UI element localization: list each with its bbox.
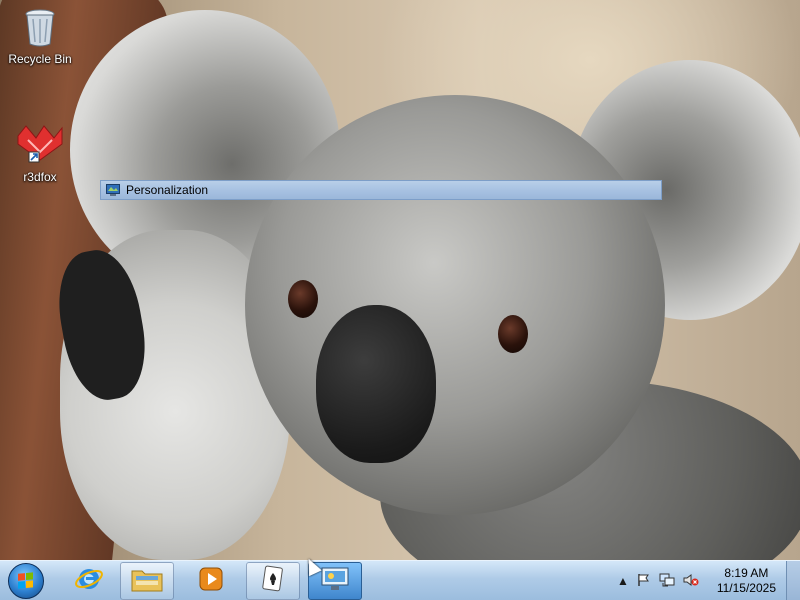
media-player-icon [197,565,225,598]
show-desktop-button[interactable] [786,561,800,600]
start-button[interactable] [8,563,44,599]
desktop-icon-r3dfox[interactable]: r3dfox [2,122,78,184]
taskbar-solitaire[interactable] [246,562,300,600]
desktop-icon-label: r3dfox [23,170,57,184]
taskbar: ▲ 8:19 AM 11/15/2025 [0,560,800,600]
wallpaper-koala-right-eye [498,315,528,353]
taskbar-media-player[interactable] [184,562,238,600]
action-center-flag-icon[interactable] [637,573,651,590]
clock-time: 8:19 AM [724,566,769,580]
system-tray: ▲ 8:19 AM 11/15/2025 [617,561,776,600]
window-title: Personalization [126,183,209,197]
internet-explorer-icon [74,564,104,599]
taskbar-clock[interactable]: 8:19 AM 11/15/2025 [717,566,776,596]
wallpaper-koala-left-eye [288,280,318,318]
desktop-icon-label: Recycle Bin [8,52,72,66]
show-hidden-icons-button[interactable]: ▲ [617,574,629,588]
folder-icon [130,565,164,598]
volume-muted-icon[interactable] [683,573,699,590]
personalization-icon [106,184,120,196]
solitaire-icon [259,564,287,599]
wallpaper-koala-nose [316,305,436,463]
clock-date: 11/15/2025 [716,581,776,595]
personalization-icon [320,566,350,597]
desktop: Recycle Bin r3dfox [0,0,800,560]
network-icon[interactable] [659,573,675,590]
desktop-icon-recycle-bin[interactable]: Recycle Bin [2,8,78,66]
taskbar-file-explorer[interactable] [120,562,174,600]
recycle-bin-icon [24,8,56,48]
r3dfox-icon [16,122,64,166]
windows-start-icon [18,572,34,589]
personalization-window-titlebar[interactable]: Personalization [100,180,662,200]
taskbar-internet-explorer[interactable] [62,562,116,600]
